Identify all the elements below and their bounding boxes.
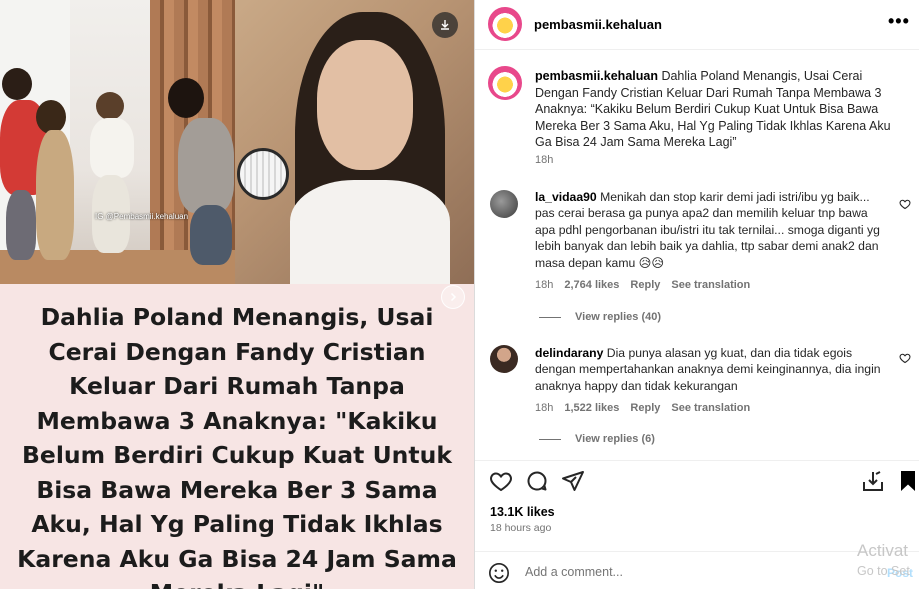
- comment-username[interactable]: la_vidaa90: [535, 190, 597, 204]
- photo-watermark: IG @Pembasmii.kehaluan: [95, 212, 189, 221]
- see-translation-button[interactable]: See translation: [671, 279, 750, 291]
- more-options-button[interactable]: •••: [888, 12, 910, 30]
- comment-avatar[interactable]: [490, 190, 518, 218]
- see-translation-button[interactable]: See translation: [671, 402, 750, 414]
- save-icon[interactable]: [896, 469, 919, 493]
- caption-avatar[interactable]: [488, 66, 522, 100]
- avatar[interactable]: [488, 7, 522, 41]
- view-replies-button[interactable]: View replies (40): [539, 311, 661, 323]
- media-headline: Dahlia Poland Menangis, Usai Cerai Denga…: [17, 303, 457, 589]
- comment-meta: 18h 2,764 likes Reply See translation: [535, 279, 750, 291]
- comment-input[interactable]: [525, 562, 825, 582]
- download-button[interactable]: [432, 12, 458, 38]
- heart-icon[interactable]: [899, 352, 911, 364]
- comment-avatar[interactable]: [490, 345, 518, 373]
- view-replies-label: View replies (6): [575, 433, 655, 445]
- microphone: [237, 148, 289, 200]
- heart-icon[interactable]: [489, 469, 513, 493]
- reply-button[interactable]: Reply: [630, 402, 660, 414]
- post-media[interactable]: IG @Pembasmii.kehaluan Dahlia Poland Men…: [0, 0, 474, 589]
- heart-icon[interactable]: [899, 198, 911, 210]
- share-icon[interactable]: [561, 469, 585, 493]
- comment-likes[interactable]: 2,764 likes: [564, 279, 619, 291]
- comment-username[interactable]: delindarany: [535, 346, 603, 360]
- download-post-icon[interactable]: [861, 469, 885, 493]
- comment: delindarany Dia punya alasan yg kuat, da…: [535, 345, 883, 394]
- post-header: pembasmii.kehaluan •••: [475, 0, 919, 50]
- likes-count[interactable]: 13.1K likes: [490, 505, 555, 519]
- comment-likes[interactable]: 1,522 likes: [564, 402, 619, 414]
- post-details-panel: pembasmii.kehaluan ••• pembasmii.kehalua…: [474, 0, 919, 589]
- view-replies-label: View replies (40): [575, 311, 662, 323]
- post-time[interactable]: 18 hours ago: [490, 522, 551, 534]
- interview-photo: [235, 0, 474, 284]
- family-photo: IG @Pembasmii.kehaluan: [0, 0, 235, 284]
- comment-time[interactable]: 18h: [535, 402, 553, 414]
- action-bar: [475, 460, 919, 496]
- comment: la_vidaa90 Menikah dan stop karir demi j…: [535, 189, 883, 271]
- comment-composer: Post: [475, 551, 919, 589]
- post-button[interactable]: Post: [887, 566, 913, 580]
- emoji-icon[interactable]: [488, 562, 510, 584]
- comment-meta: 18h 1,522 likes Reply See translation: [535, 402, 750, 414]
- view-replies-button[interactable]: View replies (6): [539, 433, 655, 445]
- comment-icon[interactable]: [525, 469, 549, 493]
- caption-username[interactable]: pembasmii.kehaluan: [535, 69, 658, 83]
- comment-time[interactable]: 18h: [535, 279, 553, 291]
- caption-time[interactable]: 18h: [535, 154, 553, 166]
- reply-button[interactable]: Reply: [630, 279, 660, 291]
- download-icon: [441, 20, 449, 30]
- post-caption: pembasmii.kehaluan Dahlia Poland Menangi…: [535, 68, 901, 151]
- header-username[interactable]: pembasmii.kehaluan: [534, 17, 662, 32]
